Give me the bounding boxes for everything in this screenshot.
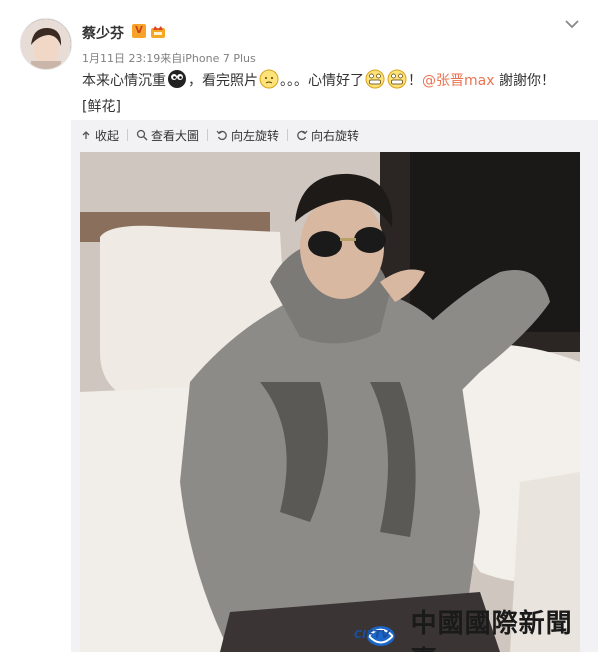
post-timestamp[interactable]: 1月11日 23:19 xyxy=(82,52,160,65)
verified-badge-icon[interactable]: V xyxy=(132,24,146,38)
avatar[interactable] xyxy=(20,18,72,70)
rotate-right-label: 向右旋转 xyxy=(311,128,360,143)
sweat-face-emoji-icon xyxy=(259,69,279,89)
magnify-icon xyxy=(136,129,148,141)
watermark-title: 中國國際新聞臺 xyxy=(410,609,573,652)
black-face-emoji-icon xyxy=(168,70,186,88)
view-large-button[interactable]: 查看大圖 xyxy=(136,127,199,144)
grin-face-emoji-icon xyxy=(365,69,385,89)
toolbar-divider xyxy=(287,129,289,141)
text-segment: ，看完照片 xyxy=(188,73,258,89)
text-segment: 謝謝你！ xyxy=(494,73,555,89)
grin-face-emoji-icon xyxy=(387,69,407,89)
image-toolbar: 收起 查看大圖 向左旋转 向右旋转 xyxy=(80,126,359,144)
source-prefix: 来自 xyxy=(160,52,183,65)
avatar-image xyxy=(21,19,71,69)
rotate-right-icon xyxy=(297,130,308,141)
rotate-left-icon xyxy=(216,130,227,141)
photo-man-in-hoodie xyxy=(80,152,580,652)
member-crown-icon[interactable] xyxy=(150,23,166,39)
collapse-button[interactable]: 收起 xyxy=(80,127,119,144)
rotate-left-label: 向左旋转 xyxy=(231,128,280,143)
flower-emoji-text: [鲜花] xyxy=(82,99,121,115)
weibo-post-card: 蔡少芬 V 1月11日 23:19来自iPhone 7 Plus 本来心情沉重 … xyxy=(0,0,598,652)
collapse-label: 收起 xyxy=(95,128,120,143)
text-segment: 。。。心情好了 xyxy=(280,73,364,89)
watermark: 中國國際新聞臺 xyxy=(355,603,598,652)
rotate-left-button[interactable]: 向左旋转 xyxy=(216,127,279,144)
rotate-right-button[interactable]: 向右旋转 xyxy=(296,127,359,144)
chevron-down-icon[interactable] xyxy=(563,17,581,31)
text-segment: ！ xyxy=(408,73,422,89)
collapse-arrow-icon xyxy=(82,131,90,139)
post-meta: 1月11日 23:19来自iPhone 7 Plus xyxy=(82,50,256,66)
post-photo[interactable] xyxy=(80,152,580,652)
username[interactable]: 蔡少芬 xyxy=(82,23,124,43)
mention-link[interactable]: @张晋max xyxy=(422,73,495,89)
post-source[interactable]: iPhone 7 Plus xyxy=(182,52,256,65)
text-segment: 本来心情沉重 xyxy=(82,73,166,89)
toolbar-divider xyxy=(127,129,129,141)
toolbar-divider xyxy=(207,129,209,141)
watermark-logo-text: CIFTV xyxy=(354,628,390,641)
view-large-label: 查看大圖 xyxy=(151,128,200,143)
post-text: 本来心情沉重 ，看完照片 。。。心情好了 ！@张晋max 謝謝你！ [鲜花] xyxy=(82,68,582,120)
